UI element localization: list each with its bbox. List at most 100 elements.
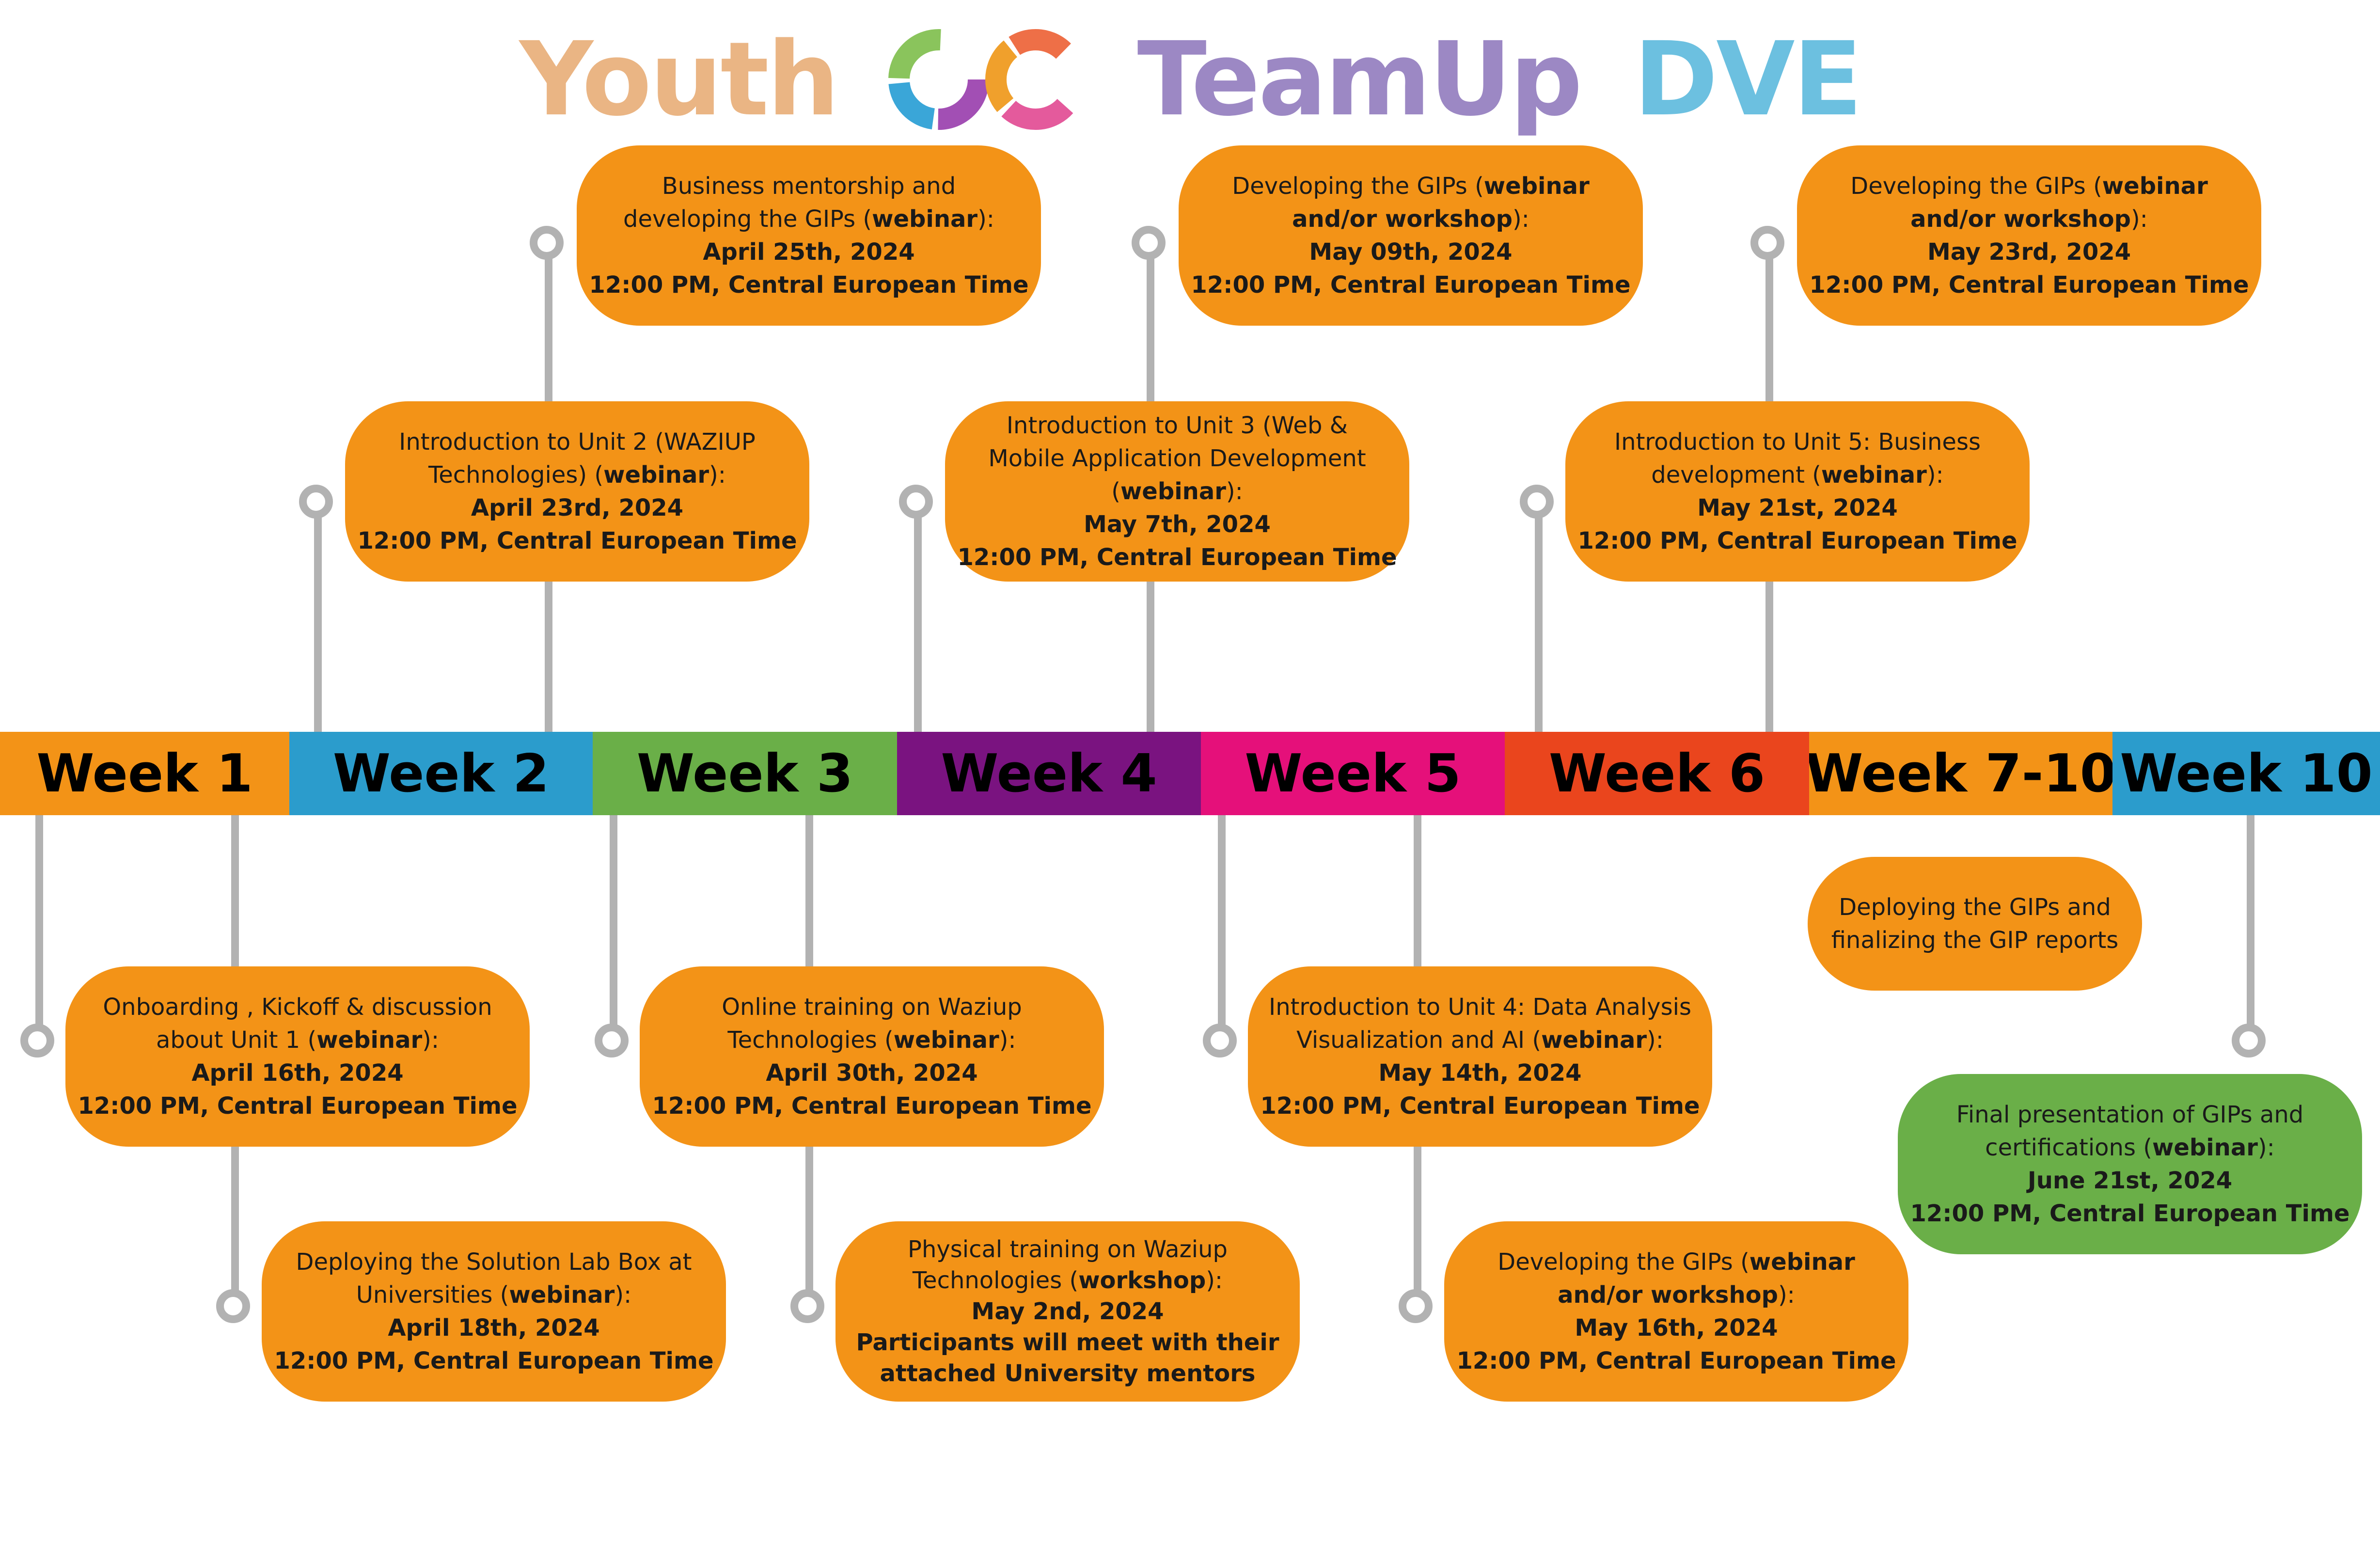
week-5: Week 5 [1201,732,1505,815]
connector-dot [1132,226,1166,260]
week-2: Week 2 [289,732,593,815]
event-description: developing the GIPs (webinar): [623,205,994,233]
connector-dot [1520,485,1554,519]
event-description: Physical training on Waziup [908,1236,1228,1263]
event-date: April 18th, 2024 [388,1314,600,1342]
connector-stem [35,815,43,1028]
event-description: finalizing the GIP reports [1831,927,2119,954]
event-description: Introduction to Unit 2 (WAZIUP [399,428,756,456]
event-card-online-training: Online training on Waziup Technologies (… [640,966,1104,1147]
week-label: Week 3 [636,743,853,804]
connector-stem [610,815,617,1028]
connector-dot [20,1024,54,1058]
connector-dot [790,1289,824,1323]
event-description: and/or workshop): [1910,205,2148,233]
event-card-unit4: Introduction to Unit 4: Data Analysis Vi… [1248,966,1712,1147]
event-time: 12:00 PM, Central European Time [1577,527,2017,554]
event-date: May 14th, 2024 [1378,1059,1582,1087]
connector-dot [530,226,564,260]
page-title: Youth TeamUp DVE [0,15,2380,138]
week-label: Week 1 [36,743,253,804]
event-description: Final presentation of GIPs and [1956,1101,2304,1128]
event-description: Online training on Waziup [722,994,1022,1021]
event-description: Introduction to Unit 5: Business [1614,428,1981,456]
event-time: 12:00 PM, Central European Time [1456,1347,1896,1374]
week-6: Week 6 [1505,732,1809,815]
event-date: April 23rd, 2024 [471,494,684,521]
event-date: May 16th, 2024 [1575,1314,1778,1342]
timeline-band: Week 1 Week 2 Week 3 Week 4 Week 5 Week … [0,732,2380,815]
week-4: Week 4 [897,732,1201,815]
event-description: and/or workshop): [1558,1281,1795,1309]
connector-dot [299,485,333,519]
week-label: Week 5 [1245,743,1461,804]
event-description: Technologies) (webinar): [428,461,726,489]
week-10: Week 10 [2112,732,2380,815]
event-note: Participants will meet with their [856,1329,1279,1356]
event-description: Visualization and AI (webinar): [1296,1026,1664,1054]
event-card-unit3: Introduction to Unit 3 (Web & Mobile App… [945,401,1409,582]
event-description: Technologies (workshop): [912,1267,1223,1294]
event-card-gips-may9: Developing the GIPs (webinar and/or work… [1179,145,1643,326]
week-3: Week 3 [593,732,897,815]
event-time: 12:00 PM, Central European Time [274,1347,714,1374]
event-description: Introduction to Unit 3 (Web & [1006,412,1348,439]
event-card-mentorship: Business mentorship and developing the G… [577,145,1041,326]
event-description: Onboarding , Kickoff & discussion [103,994,492,1021]
week-label: Week 2 [332,743,550,804]
event-date: June 21st, 2024 [2027,1167,2233,1194]
infinity-logo-icon [888,29,1087,130]
event-date: May 09th, 2024 [1309,238,1513,266]
event-time: 12:00 PM, Central European Time [589,271,1029,299]
event-description: Deploying the Solution Lab Box at [296,1248,692,1276]
title-dve: DVE [1633,20,1862,139]
event-description: Universities (webinar): [356,1281,632,1309]
title-youth: Youth [519,20,839,139]
event-description: (webinar): [1111,478,1243,505]
event-date: April 25th, 2024 [703,238,915,266]
connector-dot [1203,1024,1237,1058]
week-label: Week 10 [2120,743,2373,804]
event-time: 12:00 PM, Central European Time [1910,1200,2350,1227]
event-description: development (webinar): [1651,461,1944,489]
event-time: 12:00 PM, Central European Time [1260,1092,1700,1120]
event-description: Technologies (webinar): [727,1026,1016,1054]
event-time: 12:00 PM, Central European Time [357,527,797,554]
event-card-onboarding: Onboarding , Kickoff & discussion about … [65,966,530,1147]
connector-stem [1218,815,1226,1028]
event-time: 12:00 PM, Central European Time [78,1092,518,1120]
week-label: Week 6 [1548,743,1765,804]
event-card-unit2: Introduction to Unit 2 (WAZIUP Technolog… [345,401,809,582]
event-date: May 23rd, 2024 [1927,238,2131,266]
event-card-deploying-gips: Deploying the GIPs and finalizing the GI… [1808,857,2142,991]
event-description: Deploying the GIPs and [1839,894,2111,921]
event-date: May 21st, 2024 [1697,494,1898,521]
event-card-unit5: Introduction to Unit 5: Business develop… [1565,401,2030,582]
event-card-final-presentation: Final presentation of GIPs and certifica… [1898,1074,2362,1254]
event-time: 12:00 PM, Central European Time [652,1092,1092,1120]
title-teamup: TeamUp [1137,20,1583,139]
event-date: April 16th, 2024 [191,1059,404,1087]
event-description: Business mentorship and [662,173,956,200]
event-time: 12:00 PM, Central European Time [1809,271,2249,299]
event-description: Developing the GIPs (webinar [1850,173,2208,200]
event-date: April 30th, 2024 [766,1059,978,1087]
connector-dot [899,485,933,519]
connector-dot [216,1289,250,1323]
event-time: 12:00 PM, Central European Time [957,544,1397,571]
week-1: Week 1 [0,732,289,815]
event-card-gips-may23: Developing the GIPs (webinar and/or work… [1797,145,2261,326]
event-date: May 7th, 2024 [1084,511,1271,538]
connector-dot [2232,1024,2266,1058]
week-7-10: Week 7-10 [1809,732,2112,815]
event-description: certifications (webinar): [1985,1134,2275,1161]
connector-dot [1399,1289,1433,1323]
event-date: May 2nd, 2024 [971,1298,1164,1325]
event-time: 12:00 PM, Central European Time [1191,271,1631,299]
event-description: Developing the GIPs (webinar [1497,1248,1855,1276]
event-description: about Unit 1 (webinar): [156,1026,440,1054]
week-label: Week 7-10 [1809,743,2112,804]
event-card-gips-may16: Developing the GIPs (webinar and/or work… [1444,1221,1908,1402]
event-card-physical-training: Physical training on Waziup Technologies… [835,1221,1300,1402]
connector-stem [1535,499,1543,732]
